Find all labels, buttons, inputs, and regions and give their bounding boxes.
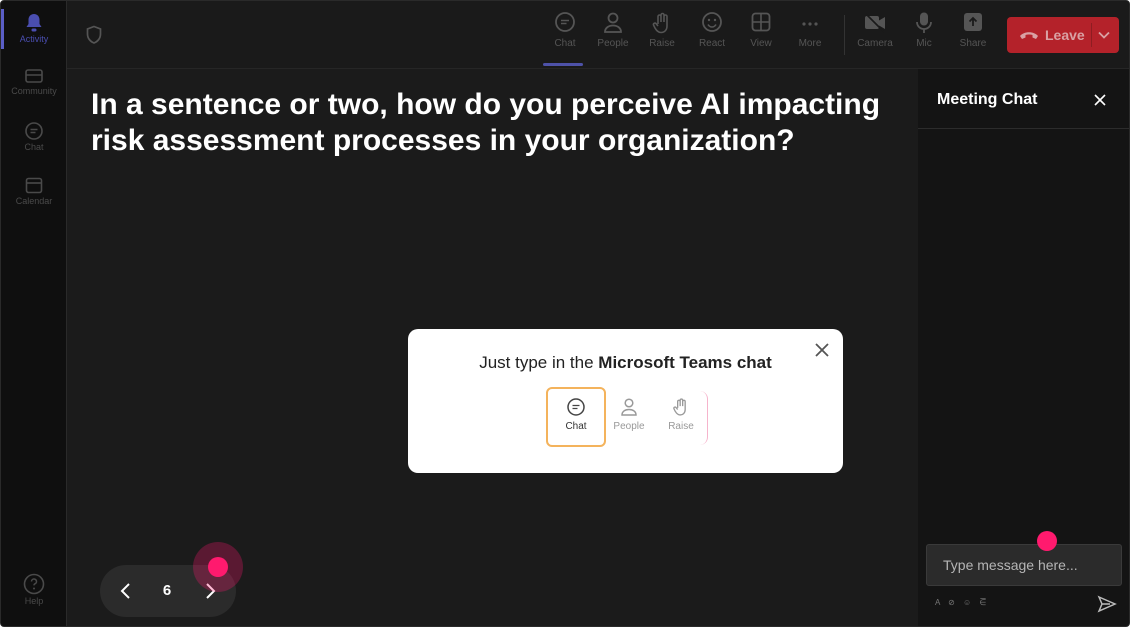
grid-icon <box>751 12 771 32</box>
rail-item-label: Help <box>24 596 44 606</box>
toolbar-label: React <box>698 38 726 49</box>
leave-label: Leave <box>1045 27 1085 43</box>
toolbar-label: Share <box>959 38 987 49</box>
toolbar-raise-button[interactable]: Raise <box>640 11 684 49</box>
page-number: 6 <box>162 582 172 599</box>
rail-item-label: Activity <box>19 34 49 44</box>
meeting-toolbar: Chat People Raise React View More Camera <box>67 1 1129 69</box>
phone-hangup-icon <box>1020 32 1038 39</box>
camera-icon <box>865 13 885 33</box>
hand-icon <box>652 12 668 34</box>
toolbar-mic-button[interactable]: Mic <box>902 11 946 49</box>
toolbar-camera-button[interactable]: Camera <box>853 11 897 49</box>
popup-item-edge <box>700 391 708 445</box>
rail-item-label: Chat <box>24 142 44 152</box>
toolbar-label: More <box>798 38 822 49</box>
mic-icon <box>916 12 932 33</box>
more-icon <box>802 22 818 26</box>
cursor-indicator <box>1037 531 1057 551</box>
popup-message-bold: Microsoft Teams chat <box>598 353 772 372</box>
popup-item-label: Chat <box>565 421 587 432</box>
hand-icon <box>673 398 686 416</box>
chat-panel-header: Meeting Chat <box>918 69 1129 129</box>
toolbar-label: People <box>597 38 629 49</box>
toolbar-share-button[interactable]: Share <box>951 11 995 49</box>
rail-item-label: Community <box>11 86 57 96</box>
popup-item-label: People <box>613 421 645 432</box>
toolbar-label: View <box>750 38 772 49</box>
chat-message-input[interactable]: Type message here... <box>926 544 1122 586</box>
meeting-chat-panel: Meeting Chat Type message here... A ⊘ ☺ … <box>918 69 1129 626</box>
rail-item-calendar[interactable]: Calendar <box>1 175 67 206</box>
toolbar-more-button[interactable]: More <box>788 11 832 49</box>
popup-item-label: Raise <box>668 421 694 432</box>
people-icon <box>604 12 622 33</box>
shield-icon <box>86 25 102 44</box>
left-rail: Activity Community Chat Calendar Help <box>1 1 67 626</box>
chevron-left-icon[interactable] <box>116 581 136 601</box>
community-icon <box>25 69 43 83</box>
chat-hint-popup: Just type in the Microsoft Teams chat Ch… <box>408 329 843 473</box>
chat-icon <box>25 122 43 140</box>
poll-question: In a sentence or two, how do you perceiv… <box>91 88 881 157</box>
active-tab-underline <box>543 63 583 66</box>
send-icon[interactable] <box>1097 595 1117 613</box>
rail-item-activity[interactable]: Activity <box>1 13 67 44</box>
rail-item-help[interactable]: Help <box>1 573 67 606</box>
help-icon <box>23 573 45 595</box>
close-icon[interactable] <box>1092 92 1108 108</box>
popup-message-prefix: Just type in the <box>479 353 599 372</box>
chat-panel-title: Meeting Chat <box>937 91 1038 108</box>
leave-divider <box>1091 23 1092 47</box>
toolbar-label: Raise <box>649 38 675 49</box>
toolbar-label: Mic <box>916 38 932 49</box>
rail-item-community[interactable]: Community <box>1 67 67 96</box>
share-icon <box>964 13 982 31</box>
toolbar-chat-button[interactable]: Chat <box>543 11 587 66</box>
teams-meeting-window: Activity Community Chat Calendar Help Ch… <box>0 0 1130 627</box>
popup-message: Just type in the Microsoft Teams chat <box>408 353 843 373</box>
popup-chat-button: Chat <box>546 387 606 447</box>
toolbar-view-button[interactable]: View <box>739 11 783 49</box>
bell-icon <box>26 14 42 32</box>
smiley-icon <box>702 12 722 32</box>
chevron-down-icon[interactable] <box>1097 29 1111 41</box>
format-toolbar[interactable]: A ⊘ ☺ ⋶ <box>935 598 989 607</box>
rail-item-label: Calendar <box>15 196 53 206</box>
chat-input-placeholder: Type message here... <box>943 557 1078 573</box>
chat-icon <box>555 12 575 32</box>
people-icon <box>621 398 637 416</box>
leave-button[interactable]: Leave <box>1007 17 1119 53</box>
popup-people-button: People <box>599 387 659 447</box>
calendar-icon <box>25 177 43 194</box>
toolbar-label: Chat <box>554 38 576 49</box>
toolbar-react-button[interactable]: React <box>690 11 734 49</box>
toolbar-people-button[interactable]: People <box>591 11 635 49</box>
rail-item-chat[interactable]: Chat <box>1 121 67 152</box>
toolbar-label: Camera <box>857 38 893 49</box>
chat-icon <box>567 398 585 416</box>
toolbar-separator <box>844 15 845 55</box>
cursor-indicator <box>208 557 228 577</box>
